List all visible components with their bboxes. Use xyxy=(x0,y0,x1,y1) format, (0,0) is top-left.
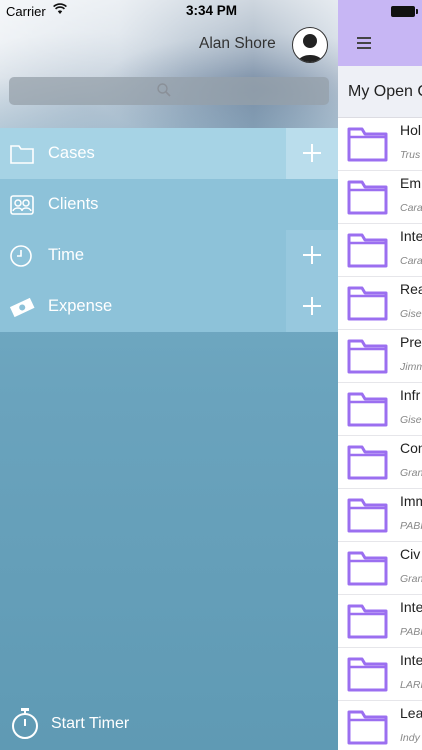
hamburger-menu-icon[interactable] xyxy=(357,37,371,52)
case-title: Pre xyxy=(400,334,422,350)
case-client: Gran xyxy=(400,467,422,479)
folder-icon xyxy=(347,231,389,274)
case-client: Gise xyxy=(400,308,422,320)
case-title: Civ xyxy=(400,546,421,562)
case-client: Trus xyxy=(400,149,421,161)
case-title: Con xyxy=(400,440,422,456)
case-row[interactable]: Inte LARI xyxy=(338,648,422,701)
folder-icon xyxy=(347,496,389,539)
stopwatch-icon xyxy=(10,707,40,746)
section-title: My Open C xyxy=(348,83,422,100)
case-row[interactable]: Inte PABI xyxy=(338,595,422,648)
wifi-icon xyxy=(53,3,67,18)
case-title: Rea xyxy=(400,281,422,297)
contacts-icon xyxy=(9,192,35,218)
battery-icon xyxy=(391,6,418,17)
menu-item-expense[interactable]: Expense xyxy=(0,281,338,332)
add-time-button[interactable] xyxy=(286,230,338,281)
folder-icon xyxy=(347,549,389,592)
case-client: Gise xyxy=(400,414,422,426)
case-row[interactable]: Con Gran xyxy=(338,436,422,489)
start-timer-button[interactable]: Start Timer xyxy=(10,707,160,741)
case-row[interactable]: Imm PABI xyxy=(338,489,422,542)
case-title: Inte xyxy=(400,599,422,615)
case-client: Jimm xyxy=(400,361,422,373)
folder-icon xyxy=(347,125,389,168)
case-client: Cara xyxy=(400,255,422,267)
menu-item-clients[interactable]: Clients xyxy=(0,179,338,230)
section-header: My Open C xyxy=(338,66,422,118)
folder-icon xyxy=(347,284,389,327)
status-bar: Carrier 3:34 PM xyxy=(0,0,422,22)
main-panel: My Open C Hol Trus Em Cara Inte Cara Rea Gise Pr… xyxy=(338,0,422,750)
start-timer-label: Start Timer xyxy=(51,715,130,732)
folder-icon xyxy=(347,708,389,750)
case-row[interactable]: Pre Jimm xyxy=(338,330,422,383)
search-icon[interactable] xyxy=(156,82,172,103)
add-expense-button[interactable] xyxy=(286,281,338,332)
case-title: Imm xyxy=(400,493,422,509)
case-client: Gran xyxy=(400,573,422,585)
folder-icon xyxy=(347,337,389,380)
case-row[interactable]: Hol Trus xyxy=(338,118,422,171)
folder-icon xyxy=(347,602,389,645)
add-case-button[interactable] xyxy=(286,128,338,179)
carrier-label: Carrier xyxy=(6,4,46,19)
case-title: Em xyxy=(400,175,421,191)
case-client: PABI xyxy=(400,520,422,532)
folder-icon xyxy=(347,443,389,486)
case-title: Infr xyxy=(400,387,421,403)
case-row[interactable]: Em Cara xyxy=(338,171,422,224)
menu-item-label: Cases xyxy=(48,144,95,162)
folder-icon xyxy=(347,178,389,221)
menu-item-label: Clients xyxy=(48,195,99,213)
menu-item-cases[interactable]: Cases xyxy=(0,128,338,179)
menu-item-label: Time xyxy=(48,246,85,264)
menu-item-label: Expense xyxy=(48,297,113,315)
case-row[interactable]: Lea Indy xyxy=(338,701,422,750)
menu-item-time[interactable]: Time xyxy=(0,230,338,281)
case-client: LARI xyxy=(400,679,422,691)
case-client: PABI xyxy=(400,626,422,638)
case-title: Lea xyxy=(400,705,422,721)
case-row[interactable]: Infr Gise xyxy=(338,383,422,436)
money-icon xyxy=(9,294,35,320)
status-time: 3:34 PM xyxy=(186,3,238,18)
case-title: Hol xyxy=(400,122,422,138)
side-drawer: Alan Shore Cases Clients Time Expense St… xyxy=(0,0,338,750)
case-title: Inte xyxy=(400,228,422,244)
case-client: Cara xyxy=(400,202,422,214)
case-title: Inte xyxy=(400,652,422,668)
folder-icon xyxy=(347,390,389,433)
clock-icon xyxy=(9,243,35,269)
folder-icon xyxy=(9,141,35,167)
case-row[interactable]: Inte Cara xyxy=(338,224,422,277)
user-name[interactable]: Alan Shore xyxy=(199,35,276,53)
folder-icon xyxy=(347,655,389,698)
case-row[interactable]: Civ Gran xyxy=(338,542,422,595)
case-client: Indy xyxy=(400,732,420,744)
avatar-icon[interactable] xyxy=(292,27,328,63)
drawer-menu: Cases Clients Time Expense xyxy=(0,128,338,332)
case-row[interactable]: Rea Gise xyxy=(338,277,422,330)
